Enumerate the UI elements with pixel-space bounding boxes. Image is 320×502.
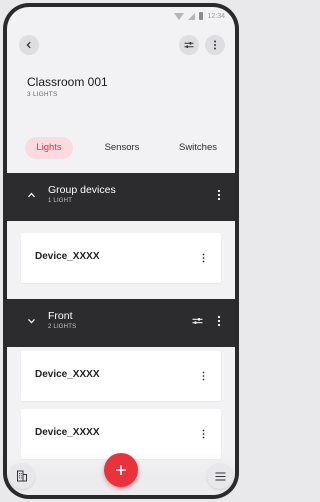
battery-icon [199,12,204,20]
building-icon [17,470,27,482]
signal-icon [188,12,196,20]
back-button[interactable] [19,35,39,55]
sliders-icon [184,42,194,48]
more-vertical-icon[interactable] [217,189,221,201]
chevron-left-icon [26,41,31,49]
group-subtitle: 2 LIGHTS [48,324,77,330]
wifi-icon [174,12,185,20]
device-name: Device_XXXX [35,251,100,262]
more-vertical-icon[interactable] [202,371,205,381]
menu-button[interactable] [207,463,233,489]
group-title: Group devices [48,184,116,196]
device-card[interactable]: Device_XXXX [21,233,221,283]
status-time: 12:34 [207,12,225,20]
tab-switches[interactable]: Switches [169,137,227,159]
add-button[interactable] [104,453,138,487]
status-bar: 12:34 [7,7,235,25]
tab-lights[interactable]: Lights [25,137,73,159]
tab-bar: Lights Sensors Switches [7,137,235,159]
group-header-group-devices[interactable]: Group devices 1 LIGHT [7,173,235,221]
filter-button[interactable] [179,35,199,55]
bottom-bar [7,433,235,495]
device-name: Device_XXXX [35,369,100,380]
tab-sensors[interactable]: Sensors [97,137,147,159]
phone-frame: 12:34 Classroom 001 3 LIGHTS Lights Sens… [3,3,239,499]
page-title: Classroom 001 [27,75,108,89]
building-button[interactable] [9,463,35,489]
sliders-icon[interactable] [192,317,203,325]
group-subtitle: 1 LIGHT [48,198,73,204]
page-subtitle: 3 LIGHTS [27,91,58,98]
device-card[interactable]: Device_XXXX [21,351,221,401]
more-vertical-icon[interactable] [217,315,221,327]
plus-icon [116,465,126,475]
group-title: Front [48,310,73,322]
menu-icon [215,471,225,481]
chevron-down-icon[interactable] [27,317,36,325]
group-header-front[interactable]: Front 2 LIGHTS [7,299,235,347]
more-options-button[interactable] [205,35,225,55]
top-toolbar [19,35,225,55]
more-vertical-icon [214,40,216,50]
more-vertical-icon[interactable] [202,253,205,263]
chevron-up-icon[interactable] [27,191,36,199]
app-screen: 12:34 Classroom 001 3 LIGHTS Lights Sens… [7,7,235,495]
